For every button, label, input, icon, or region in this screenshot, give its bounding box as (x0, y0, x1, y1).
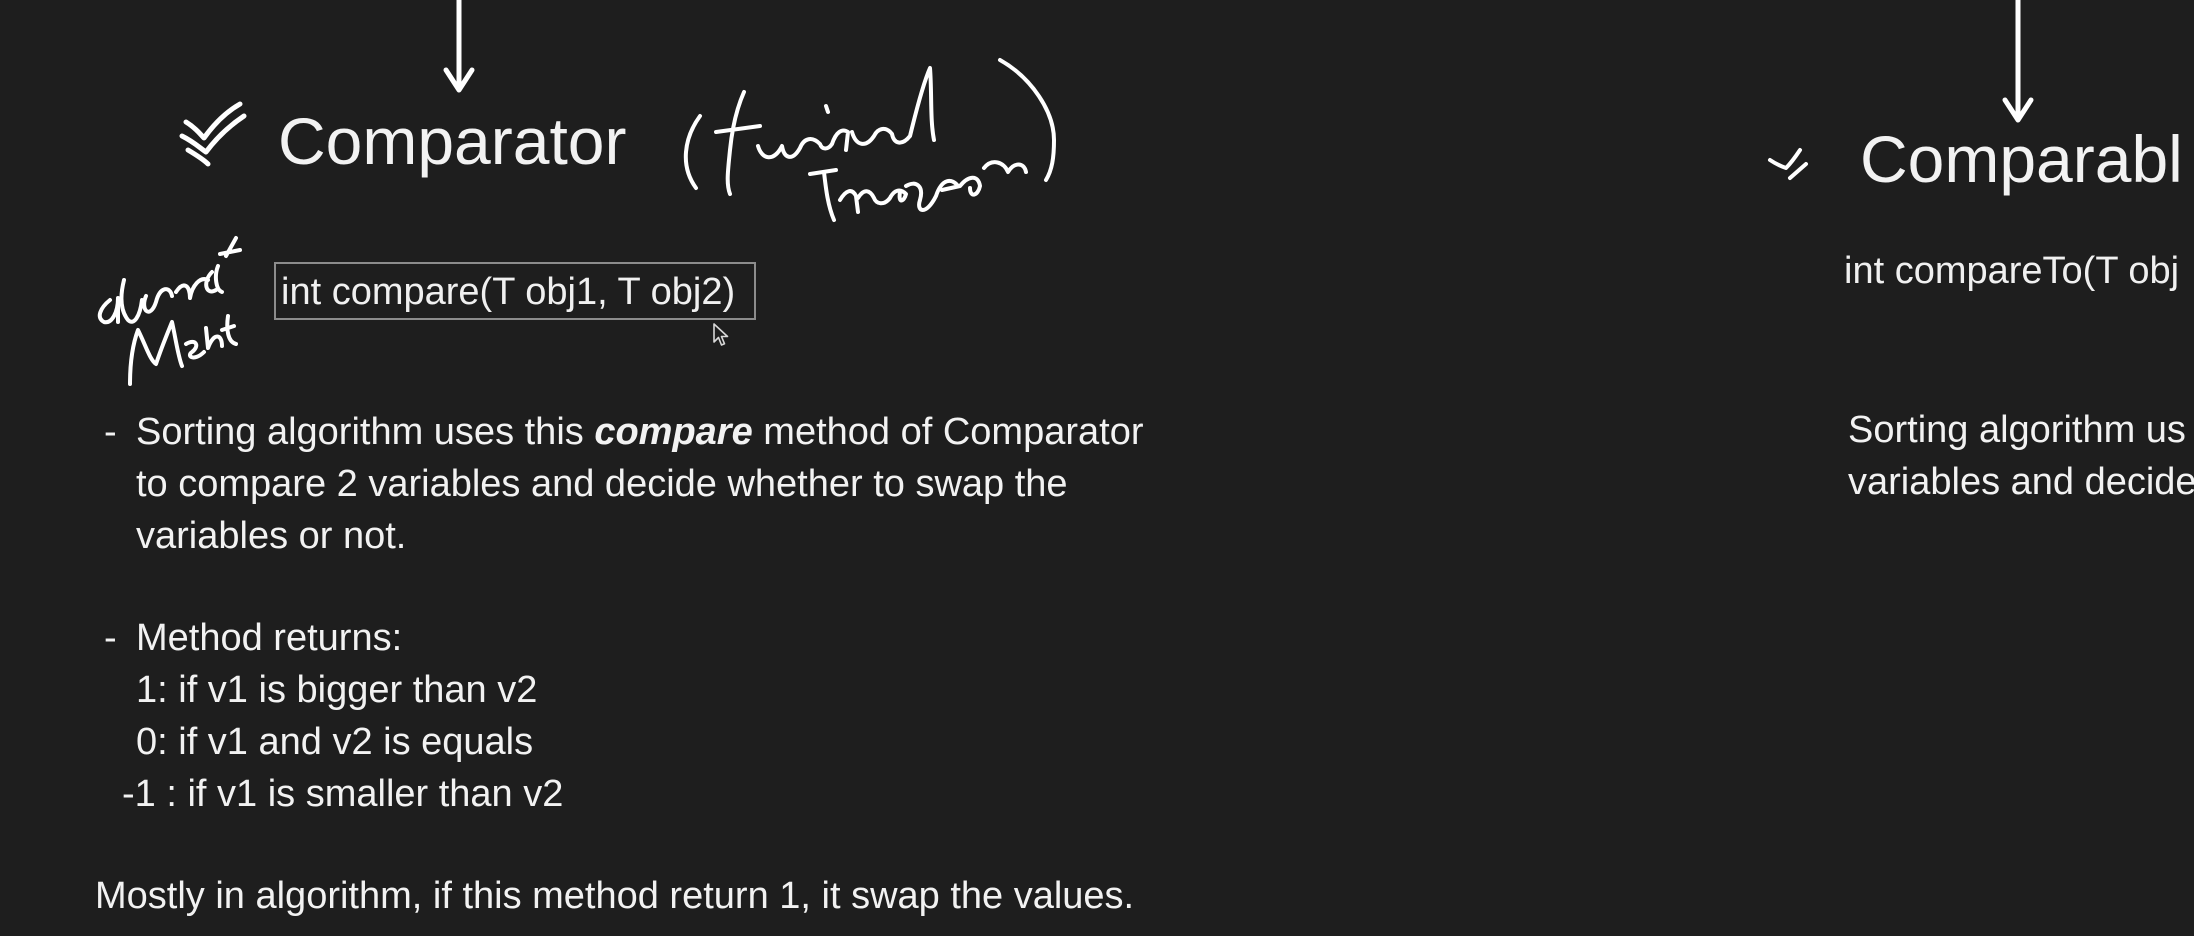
checkmark-icon (179, 101, 247, 167)
bullet-marker: - (104, 617, 117, 659)
abstract-method-scribble (97, 236, 242, 386)
comparable-heading: Comparabl (1860, 122, 2183, 196)
bullet1-line1: Sorting algorithm uses this compare meth… (136, 411, 1144, 453)
down-arrow-right (2002, 0, 2034, 123)
down-arrow-left (443, 0, 475, 93)
compare-signature: int compare(T obj1, T obj2) (281, 271, 736, 313)
return-item: 1: if v1 is bigger than v2 (136, 669, 538, 711)
return-item: -1 : if v1 is smaller than v2 (122, 773, 564, 815)
bullet1-text: Sorting algorithm uses this compare meth… (136, 406, 1143, 562)
compare-keyword: compare (594, 411, 753, 453)
compareto-signature: int compareTo(T obj (1844, 250, 2180, 292)
bullet1-line3: variables or not. (136, 515, 407, 557)
bullet1-line2: to compare 2 variables and decide whethe… (136, 463, 1068, 505)
checkmark-icon (1768, 148, 1808, 180)
comparator-heading: Comparator (278, 104, 627, 178)
functional-interface-scribble (683, 58, 1056, 222)
return-item: 0: if v1 and v2 is equals (136, 721, 534, 763)
mouse-cursor-icon (713, 323, 729, 346)
comparable-text-line2: variables and decide (1848, 461, 2194, 503)
bullet-marker: - (104, 411, 117, 453)
method-returns-title: Method returns: (136, 617, 403, 659)
comparable-text-line1: Sorting algorithm us (1848, 409, 2186, 451)
footer-note: Mostly in algorithm, if this method retu… (95, 875, 1135, 917)
